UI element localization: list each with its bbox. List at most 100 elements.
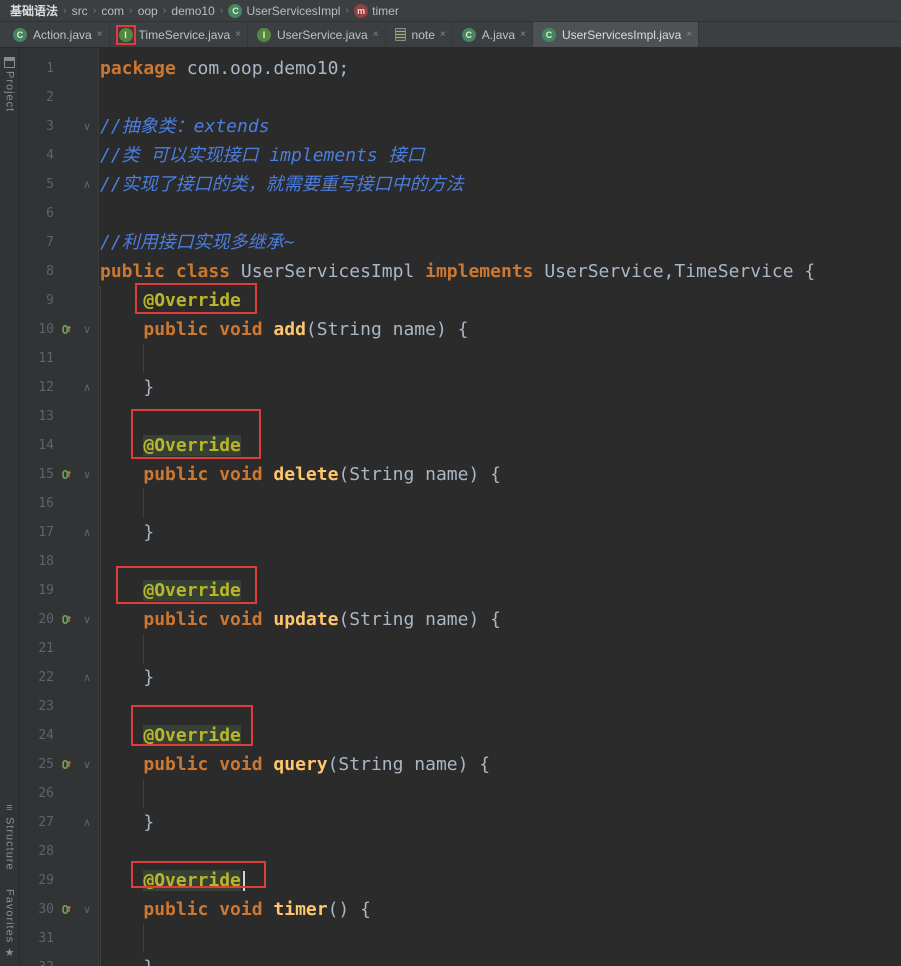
tab-icon-wrap — [392, 25, 409, 44]
breadcrumb-label: com — [101, 4, 124, 18]
close-icon[interactable]: × — [520, 30, 526, 40]
code-token: } — [100, 377, 154, 398]
method-icon: m — [354, 4, 368, 18]
line-number: 8 — [28, 264, 54, 279]
code-text[interactable]: public void query(String name) { — [98, 750, 490, 779]
close-icon[interactable]: × — [235, 30, 241, 40]
tab-a-java[interactable]: CA.java× — [453, 22, 533, 47]
code-text[interactable]: public void delete(String name) { — [98, 460, 501, 489]
breadcrumb-item-src[interactable]: src — [70, 4, 90, 18]
chevron-right-icon: › — [93, 5, 97, 17]
override-gutter-icon[interactable]: O↑ — [57, 903, 77, 917]
fold-marker[interactable]: ∨ — [81, 120, 93, 133]
fold-marker[interactable]: ∧ — [81, 178, 93, 191]
code-text[interactable]: //利用接口实现多继承~ — [98, 228, 295, 257]
gutter: 8 — [20, 257, 98, 286]
code-text[interactable]: @Override — [98, 286, 241, 315]
gutter: 24 — [20, 721, 98, 750]
gutter: 26 — [20, 779, 98, 808]
code-token: implements — [425, 261, 544, 282]
override-gutter-icon[interactable]: O↑ — [57, 758, 77, 772]
fold-marker[interactable]: ∨ — [81, 903, 93, 916]
editor-lines: 1package com.oop.demo10; 23 ∨ //抽象类：extends… — [20, 48, 901, 966]
code-text[interactable]: public class UserServicesImpl implements… — [98, 257, 815, 286]
code-token: public void — [143, 899, 273, 920]
gutter: 7 — [20, 228, 98, 257]
code-token: } — [100, 957, 154, 966]
code-text[interactable]: package com.oop.demo10; — [98, 54, 349, 83]
code-line: 23 — [20, 692, 901, 721]
override-up-arrow-icon: ↑ — [66, 322, 73, 335]
close-icon[interactable]: × — [440, 30, 446, 40]
tab-timeservice-java[interactable]: ITimeService.java× — [110, 22, 248, 47]
tool-window-button-project[interactable]: Project — [4, 54, 16, 112]
override-gutter-icon[interactable]: O↑ — [57, 323, 77, 337]
close-icon[interactable]: × — [373, 30, 379, 40]
code-text[interactable]: public void update(String name) { — [98, 605, 501, 634]
gutter: 28 — [20, 837, 98, 866]
code-token — [100, 870, 143, 891]
fold-marker[interactable]: ∧ — [81, 526, 93, 539]
fold-marker[interactable]: ∨ — [81, 323, 93, 336]
tool-window-button-structure[interactable]: ≡Structure — [4, 799, 16, 871]
code-token: com.oop.demo10; — [187, 58, 350, 79]
tab-note[interactable]: note × — [386, 22, 453, 47]
fold-marker[interactable]: ∨ — [81, 758, 93, 771]
code-text[interactable]: //抽象类：extends — [98, 112, 270, 141]
code-text[interactable]: public void add(String name) { — [98, 315, 468, 344]
override-gutter-icon[interactable]: O↑ — [57, 468, 77, 482]
tab-userservicesimpl-java[interactable]: CUserServicesImpl.java× — [533, 22, 699, 47]
code-text[interactable]: } — [98, 518, 154, 547]
line-number: 31 — [28, 931, 54, 946]
tab-label: note — [412, 28, 435, 42]
close-icon[interactable]: × — [686, 30, 692, 40]
annotation-box-tab-icon: I — [116, 25, 136, 45]
code-text[interactable]: @Override — [98, 431, 241, 460]
line-number: 15 — [28, 467, 54, 482]
code-text[interactable]: } — [98, 663, 154, 692]
code-token — [100, 435, 143, 456]
code-text[interactable]: @Override — [98, 721, 241, 750]
code-text[interactable]: //类 可以实现接口 implements 接口 — [98, 141, 425, 170]
fold-marker[interactable]: ∨ — [81, 613, 93, 626]
code-text[interactable]: @Override — [98, 866, 245, 895]
fold-marker[interactable]: ∧ — [81, 671, 93, 684]
breadcrumb-item-com[interactable]: com — [99, 4, 126, 18]
tab-action-java[interactable]: CAction.java× — [4, 22, 110, 47]
gutter: 27 ∧ — [20, 808, 98, 837]
code-text[interactable]: //实现了接口的类，就需要重写接口中的方法 — [98, 170, 464, 199]
code-line: 1package com.oop.demo10; — [20, 54, 901, 83]
close-icon[interactable]: × — [97, 30, 103, 40]
code-token: () { — [328, 899, 371, 920]
breadcrumb-item-oop[interactable]: oop — [136, 4, 160, 18]
code-token — [100, 899, 143, 920]
fold-marker[interactable]: ∧ — [81, 816, 93, 829]
fold-marker[interactable]: ∧ — [81, 381, 93, 394]
override-gutter-icon[interactable]: O↑ — [57, 613, 77, 627]
gutter: 3∨ — [20, 112, 98, 141]
line-number: 6 — [28, 206, 54, 221]
code-text[interactable]: @Override — [98, 576, 241, 605]
tab-userservice-java[interactable]: IUserService.java× — [248, 22, 386, 47]
tool-window-button-favorites[interactable]: Favorites★ — [4, 889, 16, 962]
breadcrumb-item-demo10[interactable]: demo10 — [169, 4, 216, 18]
breadcrumb-item-userservicesimpl[interactable]: CUserServicesImpl — [226, 4, 342, 18]
code-text[interactable]: } — [98, 953, 154, 966]
code-token: public void — [143, 319, 273, 340]
fold-marker[interactable]: ∨ — [81, 468, 93, 481]
breadcrumb-item-基础语法[interactable]: 基础语法 — [8, 2, 60, 19]
interface-icon: I — [257, 28, 271, 42]
code-text[interactable]: public void timer() { — [98, 895, 371, 924]
code-token — [100, 290, 143, 311]
code-line: 5∧//实现了接口的类，就需要重写接口中的方法 — [20, 170, 901, 199]
gutter: 13 — [20, 402, 98, 431]
code-text[interactable]: } — [98, 808, 154, 837]
line-number: 13 — [28, 409, 54, 424]
code-line: 9 @Override — [20, 286, 901, 315]
line-number: 7 — [28, 235, 54, 250]
code-token: @Override — [143, 725, 241, 746]
code-text[interactable]: } — [98, 373, 154, 402]
tool-window-label: Favorites — [4, 889, 16, 943]
line-number: 27 — [28, 815, 54, 830]
breadcrumb-item-timer[interactable]: mtimer — [352, 4, 401, 18]
